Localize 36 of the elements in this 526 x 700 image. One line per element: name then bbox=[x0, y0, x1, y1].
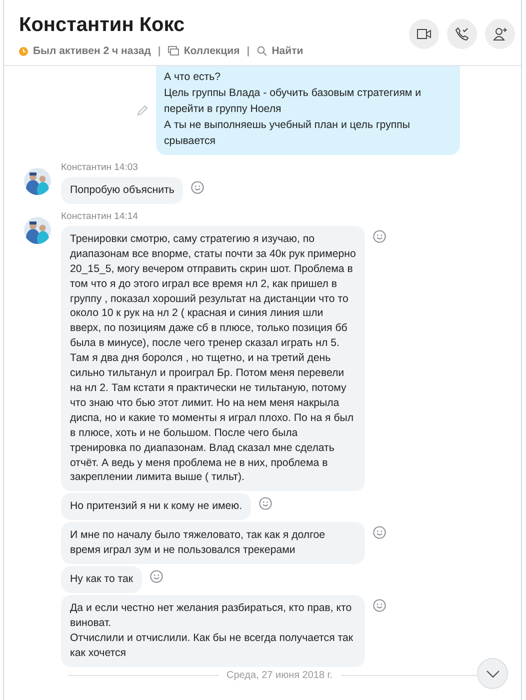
message-bubble: Ну как то так bbox=[61, 566, 142, 593]
emoji-icon[interactable] bbox=[259, 497, 272, 510]
collection-link[interactable]: Коллекция bbox=[184, 45, 240, 57]
avatar bbox=[24, 168, 51, 195]
separator: | bbox=[158, 45, 161, 57]
status-text: Был активен 2 ч назад bbox=[33, 45, 151, 57]
video-camera-icon bbox=[417, 29, 431, 39]
emoji-icon[interactable] bbox=[373, 230, 386, 243]
chevron-down-icon bbox=[486, 670, 500, 678]
video-call-button[interactable] bbox=[409, 19, 439, 49]
emoji-icon[interactable] bbox=[150, 570, 164, 584]
search-icon bbox=[256, 46, 267, 56]
phone-icon bbox=[455, 27, 469, 41]
message-bubble: И мне по началу было тяжеловато, так как я долгое время играл зум и не пользовался трекерами bbox=[61, 522, 365, 564]
call-button[interactable] bbox=[447, 19, 477, 49]
contact-name: Константин Кокс bbox=[19, 14, 186, 37]
add-contact-button[interactable] bbox=[485, 19, 515, 49]
message-bubble: Тренировки смотрю, саму стратегию я изучаю, по диапазонам все вnорме, статы почти за 40к рук примерно 20_15_5, могу вечером отправить скрин шот. Проблема в том что я до этого играл все время нл 2, как пришел в группу , показал хороший результат на дистанции что то около 10 к рук на нл 2 ( красная и синия линия шли вверх, по позициям даже сб в плюсе, только позиция бб была в минусе), после чего тренер сказал играть нл 5. Там я два дня боролся , но тщетно, и на третий день сильно тильтанул и проиграл Бр. Потом меня перевели на нл 2. Там кстати я практически не тильтаную, потому что знаю что бью этот лимит. Но на нем меня накрыла диспа, но и какие то моменты я играл плохо. По на я был в плюсе, хоть и не большом. После чего была тренировка по диапазонам. Влад сказал мне сделать отчёт. А ведь у меня проблема не в них, проблема в закреплении лимита выше ( тильт). bbox=[61, 226, 365, 492]
sender-time: Константин 14:14 bbox=[61, 210, 139, 222]
scroll-down-button[interactable] bbox=[477, 658, 508, 689]
sender-time: Константин 14:03 bbox=[61, 162, 139, 173]
message-bubble: Попробую объяснить bbox=[61, 177, 184, 204]
message-bubble: А что есть? Цель группы Влада - обучить базовым стратегиям и перейти в группу Ноеля А ты не выполняешь учебный план и цель группы срывается bbox=[156, 66, 460, 155]
gallery-icon bbox=[168, 46, 179, 56]
emoji-icon[interactable] bbox=[191, 181, 204, 194]
pencil-icon bbox=[137, 105, 148, 116]
search-link[interactable]: Найти bbox=[272, 45, 304, 57]
separator: | bbox=[246, 45, 250, 57]
add-person-icon bbox=[492, 27, 508, 41]
message-bubble: Да и если честно нет желания разбираться, кто прав, кто виноват. Отчислили и отчислили. Как бы не всегда получается так как хочется bbox=[61, 594, 365, 667]
date-separator: Среда, 27 июня 2018 г. bbox=[226, 670, 333, 681]
avatar bbox=[24, 216, 51, 244]
clock-icon bbox=[19, 46, 28, 56]
emoji-icon[interactable] bbox=[373, 598, 386, 612]
emoji-icon[interactable] bbox=[373, 526, 386, 540]
message-bubble: Но притензий я ни к кому не имею. bbox=[61, 493, 252, 520]
